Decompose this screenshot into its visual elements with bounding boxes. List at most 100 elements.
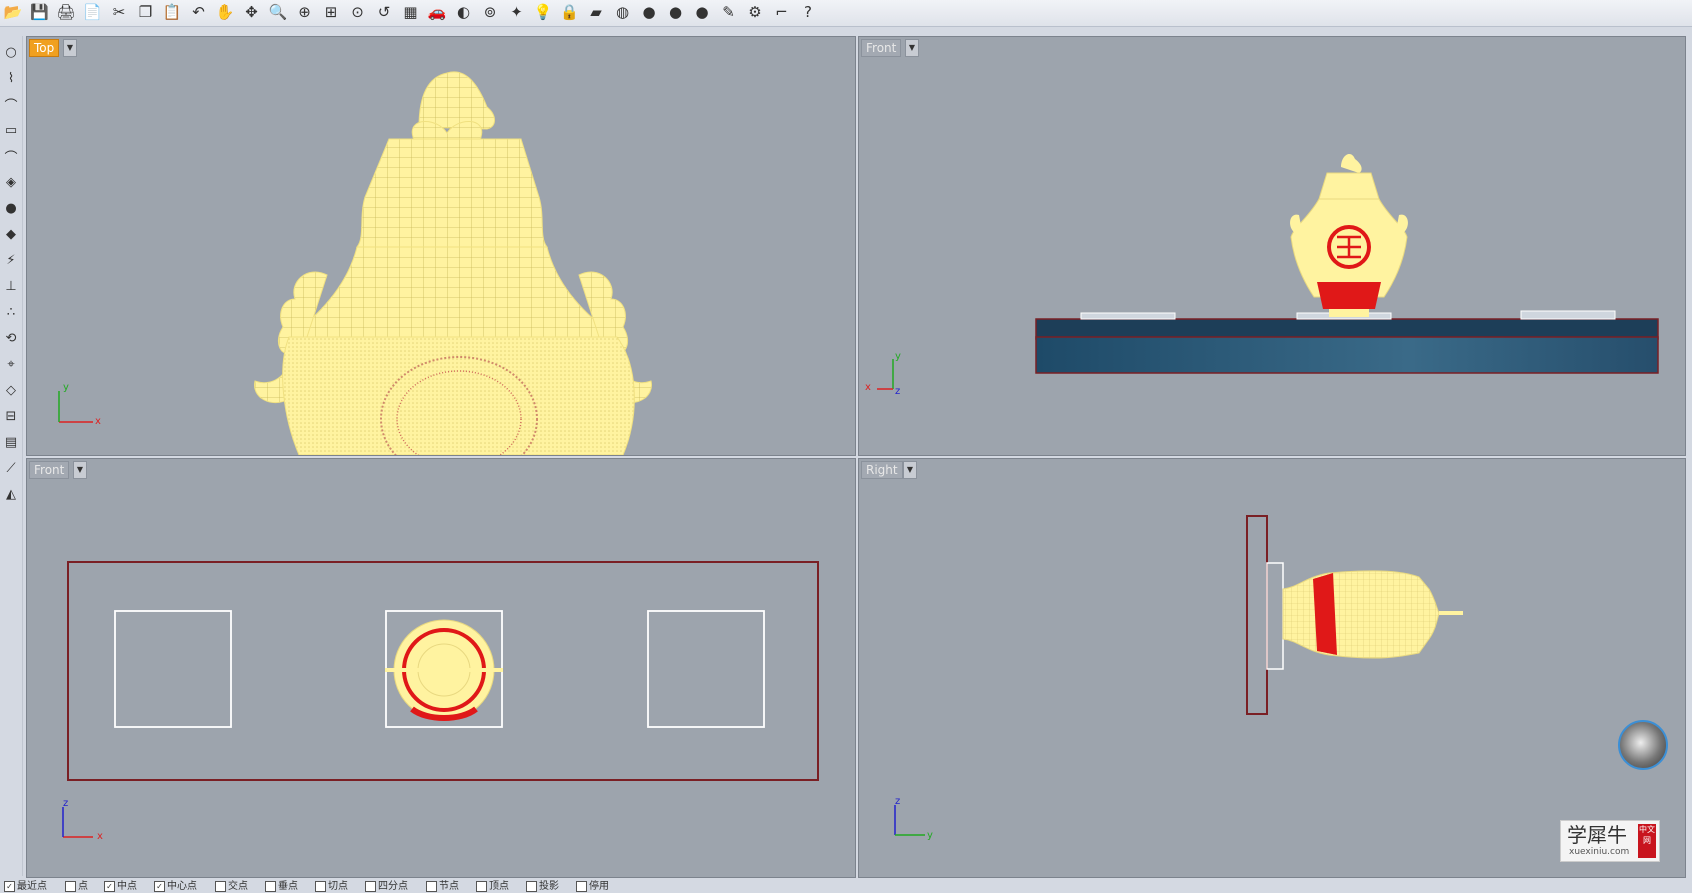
zoom-selected-icon[interactable]: ⊙ xyxy=(347,1,369,23)
car-icon[interactable]: 🚗 xyxy=(426,1,448,23)
dimension-icon[interactable]: ⌐ xyxy=(771,1,793,23)
left-tool-16-icon[interactable]: ▤ xyxy=(1,432,21,452)
osnap-label: 交点 xyxy=(228,881,248,892)
osnap-label: 垂点 xyxy=(278,881,298,892)
color-wheel-icon[interactable]: ◍ xyxy=(612,1,634,23)
osnap-option[interactable]: 切点 xyxy=(315,880,348,893)
osnap-label: 点 xyxy=(78,881,88,892)
user-avatar[interactable] xyxy=(1618,720,1668,770)
watermark-title: 学犀牛 xyxy=(1567,823,1627,847)
save-icon[interactable]: 💾 xyxy=(29,1,51,23)
osnap-statusbar: ✓ 最近点点 ✓ 中点 ✓ 中心点 交点 垂点 切点 四分点 节点 顶点 投影 停用 xyxy=(0,880,1692,893)
site-watermark-logo: 学犀牛 xuexiniu.com 中文网 xyxy=(1560,820,1660,862)
osnap-checkbox[interactable]: ✓ xyxy=(104,881,115,892)
osnap-checkbox[interactable] xyxy=(576,881,587,892)
four-viewports-icon[interactable]: ▦ xyxy=(400,1,422,23)
zoom-icon[interactable]: 🔍 xyxy=(267,1,289,23)
osnap-checkbox[interactable] xyxy=(215,881,226,892)
axis-x-label: x xyxy=(97,831,103,842)
left-tool-palette: ○ ⌇ ⌒ ▭ ⌒ ◈ ● ◆ ⚡ ⊥ ∴ ⟲ ⌖ ◇ ⊟ ▤ ⟋ ◭ xyxy=(0,36,23,876)
osnap-option[interactable]: ✓ 中心点 xyxy=(154,880,197,893)
viewport-right[interactable]: Right ▼ y z xyxy=(858,458,1686,878)
osnap-checkbox[interactable]: ✓ xyxy=(4,881,15,892)
osnap-option[interactable]: 垂点 xyxy=(265,880,298,893)
osnap-checkbox[interactable] xyxy=(65,881,76,892)
open-icon[interactable]: 📂 xyxy=(2,1,24,23)
lock-icon[interactable]: 🔒 xyxy=(559,1,581,23)
rotate-view-icon[interactable]: ✥ xyxy=(241,1,263,23)
axis-y-label: y xyxy=(63,382,69,393)
left-tool-3-icon[interactable]: ⌒ xyxy=(1,94,21,114)
undo-view-icon[interactable]: ↺ xyxy=(373,1,395,23)
sphere-blue-icon[interactable]: ● xyxy=(691,1,713,23)
copy-icon[interactable]: ❐ xyxy=(135,1,157,23)
osnap-label: 中点 xyxy=(117,881,137,892)
lightbulb-icon[interactable]: 💡 xyxy=(532,1,554,23)
osnap-option[interactable]: 顶点 xyxy=(476,880,509,893)
osnap-option[interactable]: 四分点 xyxy=(365,880,408,893)
left-tool-12-icon[interactable]: ⟲ xyxy=(1,328,21,348)
watermark-url: xuexiniu.com xyxy=(1569,847,1630,857)
shaded-scene xyxy=(877,153,1659,390)
vase-top-wireframe xyxy=(58,71,652,455)
axis-z-label: z xyxy=(895,386,901,397)
sphere-metal-icon[interactable]: ● xyxy=(665,1,687,23)
cut-icon[interactable]: ✂ xyxy=(108,1,130,23)
zoom-extents-icon[interactable]: ⊞ xyxy=(320,1,342,23)
left-tool-6-icon[interactable]: ◈ xyxy=(1,172,21,192)
zoom-window-icon[interactable]: ⊕ xyxy=(294,1,316,23)
viewport-front[interactable]: Front ▼ x z xyxy=(26,458,856,878)
help-icon[interactable]: ? xyxy=(797,1,819,23)
left-tool-15-icon[interactable]: ⊟ xyxy=(1,406,21,426)
settings-icon[interactable]: ⚙ xyxy=(744,1,766,23)
render-icon[interactable]: ✎ xyxy=(718,1,740,23)
left-tool-18-icon[interactable]: ◭ xyxy=(1,484,21,504)
osnap-checkbox[interactable] xyxy=(526,881,537,892)
import-icon[interactable]: 📄 xyxy=(82,1,104,23)
left-tool-17-icon[interactable]: ⟋ xyxy=(1,458,21,478)
left-tool-7-icon[interactable]: ● xyxy=(1,198,21,218)
osnap-option[interactable]: ✓ 中点 xyxy=(104,880,137,893)
osnap-label: 四分点 xyxy=(378,881,408,892)
osnap-option[interactable]: 交点 xyxy=(215,880,248,893)
osnap-checkbox[interactable]: ✓ xyxy=(154,881,165,892)
left-tool-1-icon[interactable]: ○ xyxy=(1,42,21,62)
front-plan-wireframe xyxy=(62,561,819,838)
pan-icon[interactable]: ✋ xyxy=(214,1,236,23)
osnap-option[interactable]: ✓ 最近点 xyxy=(4,880,47,893)
shaded-icon[interactable]: ◐ xyxy=(453,1,475,23)
osnap-label: 投影 xyxy=(539,881,559,892)
left-tool-11-icon[interactable]: ∴ xyxy=(1,302,21,322)
left-tool-10-icon[interactable]: ⊥ xyxy=(1,276,21,296)
left-tool-2-icon[interactable]: ⌇ xyxy=(1,68,21,88)
paste-icon[interactable]: 📋 xyxy=(161,1,183,23)
osnap-option[interactable]: 停用 xyxy=(576,880,609,893)
left-tool-14-icon[interactable]: ◇ xyxy=(1,380,21,400)
left-tool-4-icon[interactable]: ▭ xyxy=(1,120,21,140)
osnap-checkbox[interactable] xyxy=(315,881,326,892)
osnap-checkbox[interactable] xyxy=(365,881,376,892)
osnap-checkbox[interactable] xyxy=(265,881,276,892)
left-tool-13-icon[interactable]: ⌖ xyxy=(1,354,21,374)
osnap-label: 最近点 xyxy=(17,881,47,892)
viewport-front-perspective[interactable]: Front ▼ x y z xyxy=(858,36,1686,456)
left-tool-8-icon[interactable]: ◆ xyxy=(1,224,21,244)
osnap-checkbox[interactable] xyxy=(426,881,437,892)
layer-icon[interactable]: ▰ xyxy=(585,1,607,23)
sphere-gray-icon[interactable]: ● xyxy=(638,1,660,23)
undo-icon[interactable]: ↶ xyxy=(188,1,210,23)
axis-x-label: x xyxy=(865,382,871,393)
osnap-option[interactable]: 投影 xyxy=(526,880,559,893)
target-icon[interactable]: ⊚ xyxy=(479,1,501,23)
left-tool-9-icon[interactable]: ⚡ xyxy=(1,250,21,270)
axis-z-label: z xyxy=(63,798,69,809)
sparkle-icon[interactable]: ✦ xyxy=(506,1,528,23)
watermark-tag: 中文网 xyxy=(1638,824,1656,858)
main-toolbar: 📂 💾 🖨 📄 ✂ ❐ 📋 ↶ ✋ ✥ 🔍 ⊕ ⊞ ⊙ ↺ ▦ 🚗 ◐ ⊚ ✦ 💡 🔒 ▰ ◍ ● ● ● ✎ ⚙ ⌐? xyxy=(0,0,1692,27)
viewport-top[interactable]: Top ▼ x y xyxy=(26,36,856,456)
osnap-option[interactable]: 节点 xyxy=(426,880,459,893)
left-tool-5-icon[interactable]: ⌒ xyxy=(1,146,21,166)
osnap-checkbox[interactable] xyxy=(476,881,487,892)
osnap-option[interactable]: 点 xyxy=(65,880,88,893)
print-icon[interactable]: 🖨 xyxy=(55,1,77,23)
